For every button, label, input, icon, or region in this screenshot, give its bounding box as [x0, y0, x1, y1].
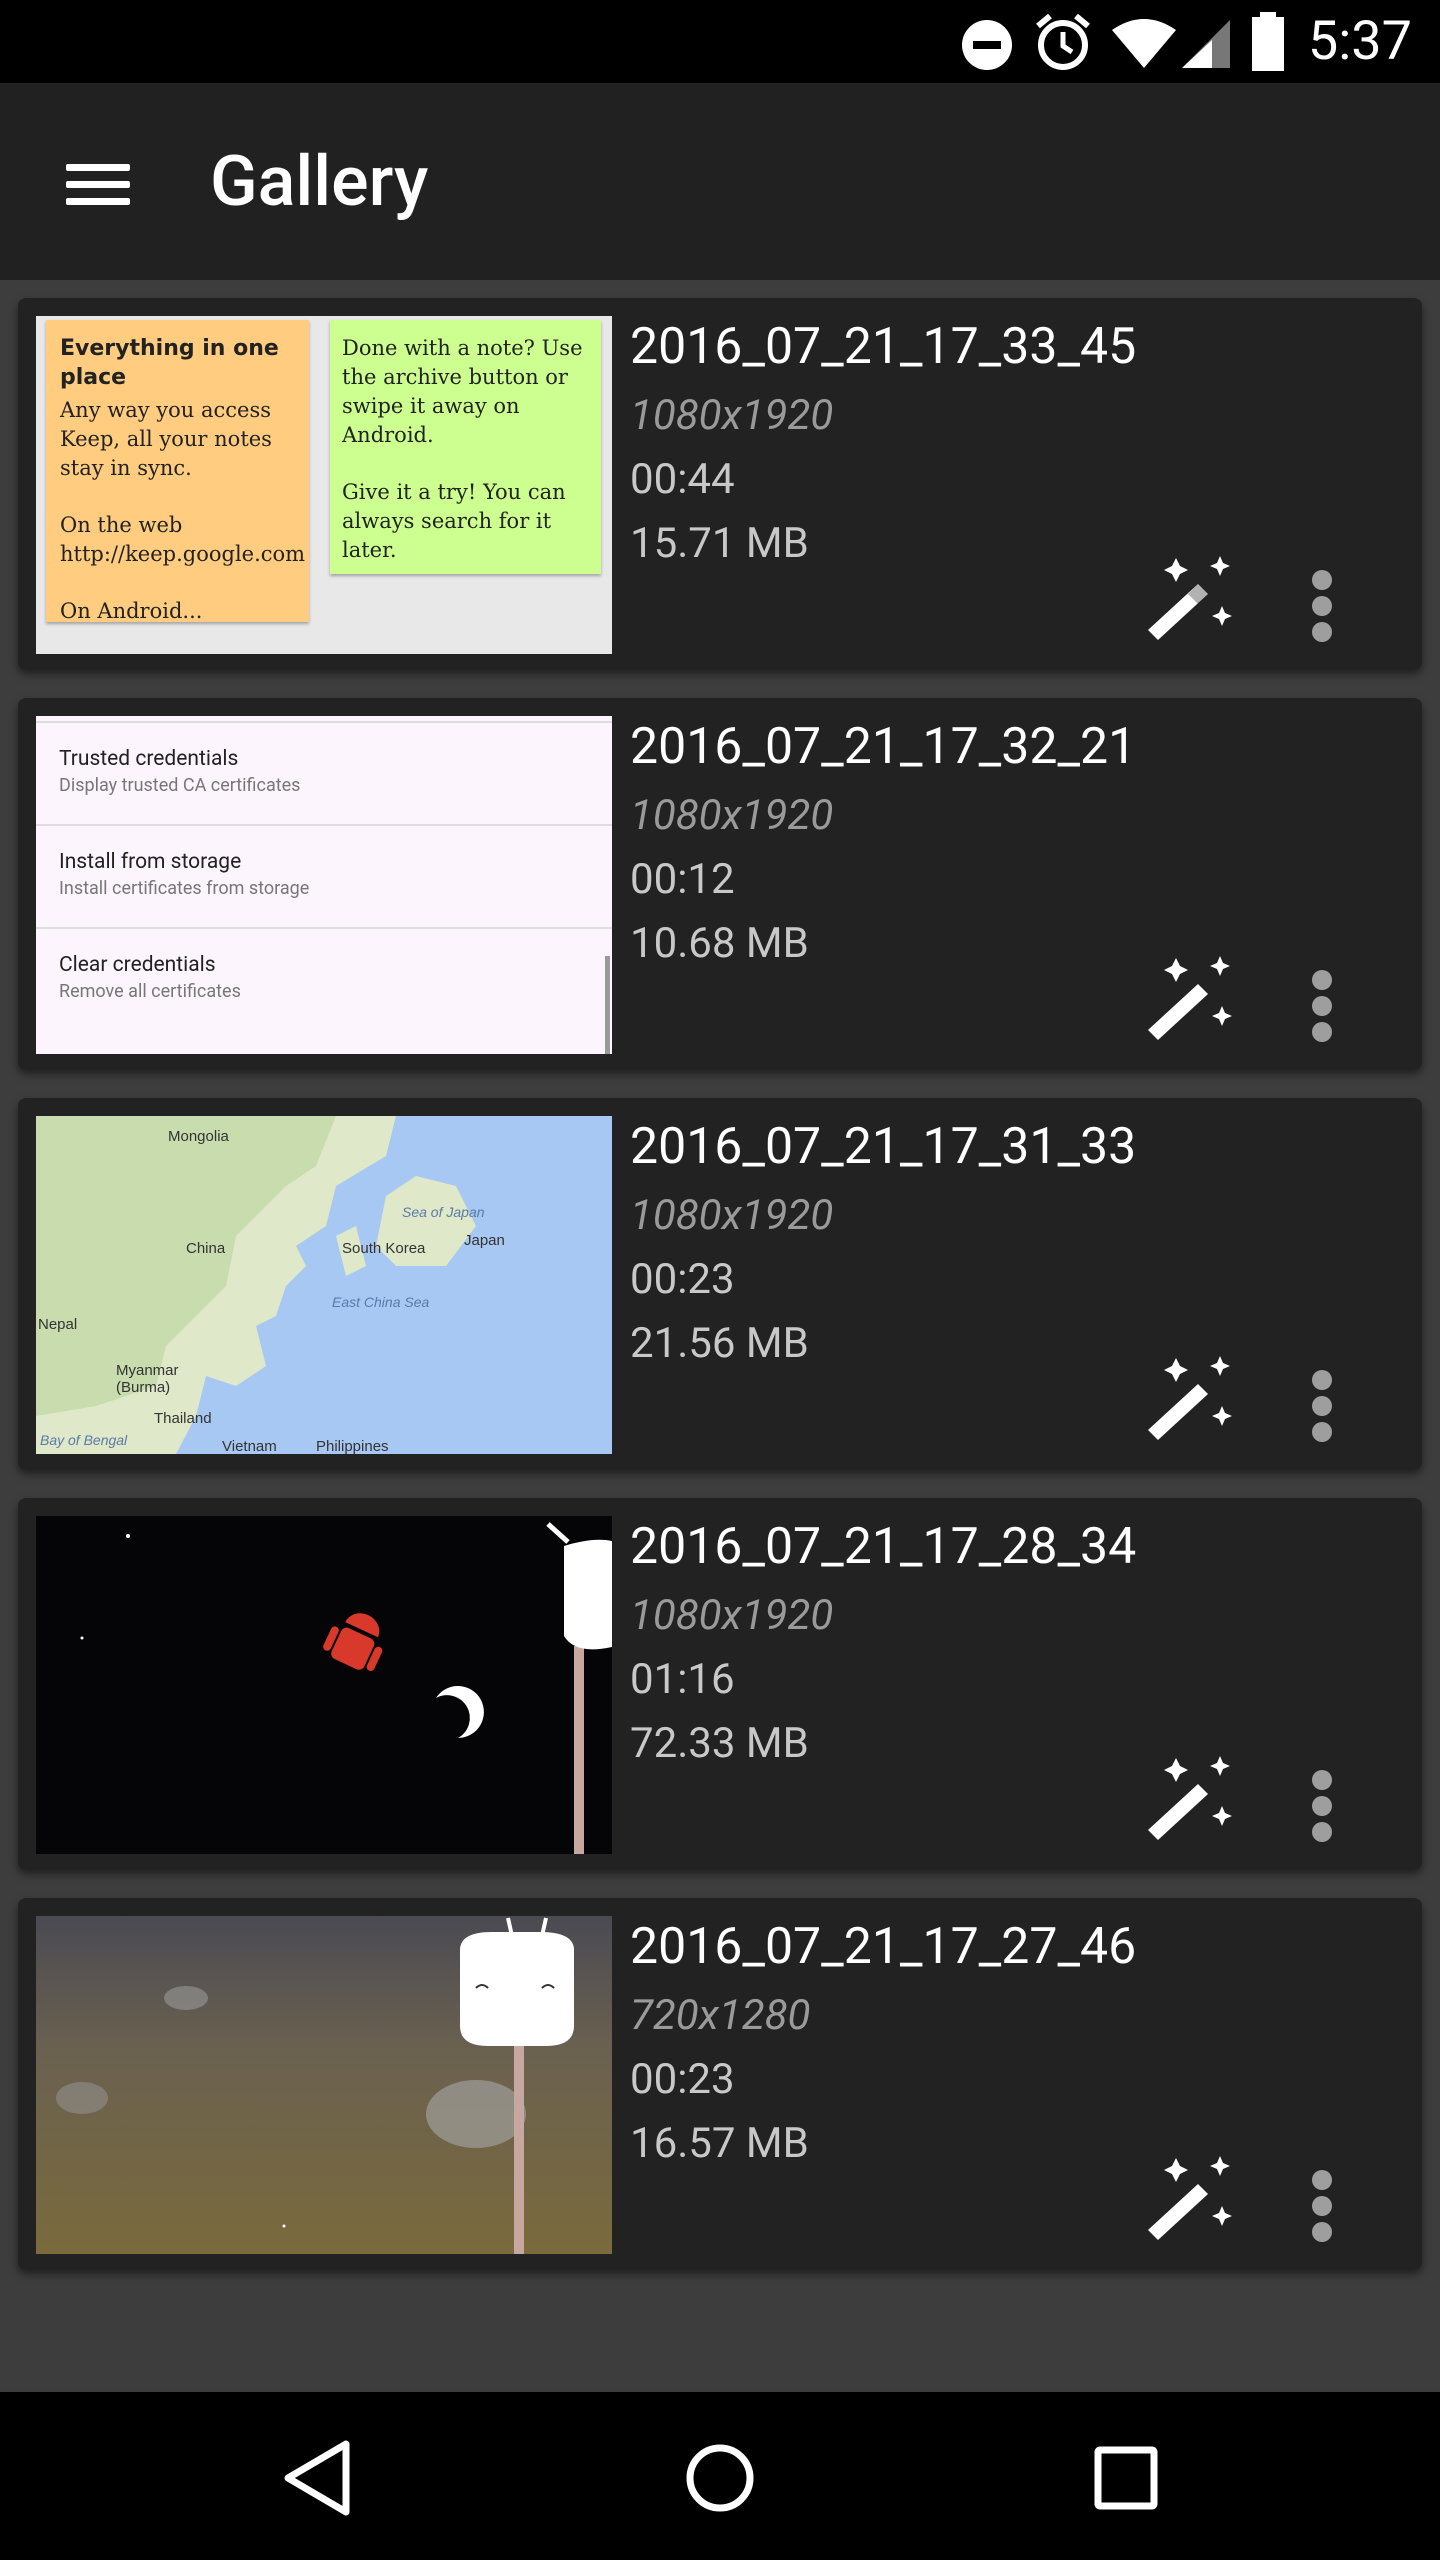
settings-row-subtitle: Remove all certificates — [59, 981, 241, 1002]
map-label: Myanmar (Burma) — [116, 1362, 179, 1396]
cell-signal-icon — [1182, 20, 1230, 68]
do-not-disturb-icon — [962, 20, 1012, 70]
video-info: 2016_07_21_17_33_45 1080x1920 00:44 15.7… — [630, 316, 1136, 576]
more-vert-icon[interactable] — [1288, 1750, 1358, 1846]
settings-row-title: Clear credentials — [59, 953, 216, 977]
video-name: 2016_07_21_17_32_21 — [630, 718, 1137, 776]
video-duration: 00:23 — [630, 2055, 735, 2104]
settings-preview: Trusted credentials Display trusted CA c… — [36, 716, 612, 1054]
note-text: Done with a note? Use the archive button… — [342, 336, 583, 447]
video-thumbnail[interactable] — [36, 1516, 612, 1854]
video-resolution: 720x1280 — [630, 1991, 811, 2040]
video-card[interactable]: Mongolia China South Korea Japan Sea of … — [18, 1098, 1422, 1470]
note-text: On Android... — [60, 599, 203, 623]
video-thumbnail[interactable]: Trusted credentials Display trusted CA c… — [36, 716, 612, 1054]
map-label: Thailand — [154, 1410, 212, 1427]
map-label: Japan — [464, 1232, 505, 1249]
map-preview: Mongolia China South Korea Japan Sea of … — [36, 1116, 612, 1454]
video-size: 16.57 MB — [630, 2119, 809, 2168]
clock: 5:37 — [1307, 10, 1412, 73]
scrollbar — [605, 956, 610, 1054]
video-thumbnail[interactable] — [36, 1916, 612, 2254]
video-duration: 00:44 — [630, 455, 735, 504]
settings-row-title: Trusted credentials — [59, 747, 239, 771]
note-text: Give it a try! You can always search for… — [342, 480, 566, 562]
map-label: South Korea — [342, 1240, 426, 1257]
video-duration: 00:23 — [630, 1255, 735, 1304]
magic-wand-icon[interactable] — [1136, 1750, 1246, 1846]
map-label: East China Sea — [332, 1294, 430, 1310]
video-info: 2016_07_21_17_28_34 1080x1920 01:16 72.3… — [630, 1516, 1136, 1776]
video-duration: 00:12 — [630, 855, 735, 904]
navigation-bar — [0, 2392, 1440, 2560]
video-thumbnail[interactable]: Mongolia China South Korea Japan Sea of … — [36, 1116, 612, 1454]
hamburger-icon[interactable] — [44, 138, 154, 228]
video-info: 2016_07_21_17_27_46 720x1280 00:23 16.57… — [630, 1916, 1136, 2176]
note-text: Any way you access Keep, all your notes … — [60, 398, 272, 480]
note-yellow: Everything in one place Any way you acce… — [46, 320, 309, 623]
magic-wand-icon[interactable] — [1136, 550, 1246, 646]
settings-row-subtitle: Display trusted CA certificates — [59, 775, 301, 796]
more-vert-icon[interactable] — [1288, 950, 1358, 1046]
home-circle-icon[interactable] — [672, 2430, 768, 2526]
map-land — [36, 1116, 476, 1454]
video-resolution: 1080x1920 — [630, 1591, 834, 1640]
settings-row: Clear credentials Remove all certificate… — [36, 927, 612, 1030]
magic-wand-icon[interactable] — [1136, 950, 1246, 1046]
night-scene-image — [80, 1522, 612, 1854]
note-title: Everything in one place — [60, 336, 279, 390]
video-card[interactable]: Everything in one place Any way you acce… — [18, 298, 1422, 670]
video-card[interactable]: Trusted credentials Display trusted CA c… — [18, 698, 1422, 1070]
battery-icon — [1252, 12, 1284, 71]
page-title: Gallery — [210, 141, 429, 223]
video-list: Everything in one place Any way you acce… — [0, 280, 1440, 2390]
video-card[interactable]: 2016_07_21_17_27_46 720x1280 00:23 16.57… — [18, 1898, 1422, 2270]
back-triangle-icon[interactable] — [270, 2430, 366, 2526]
video-name: 2016_07_21_17_33_45 — [630, 318, 1137, 376]
video-resolution: 1080x1920 — [630, 391, 834, 440]
map-label: Mongolia — [168, 1128, 229, 1145]
map-label: Bay of Bengal — [40, 1432, 128, 1448]
video-size: 10.68 MB — [630, 919, 809, 968]
more-vert-icon[interactable] — [1288, 550, 1358, 646]
note-green: Done with a note? Use the archive button… — [330, 320, 601, 574]
video-resolution: 1080x1920 — [630, 791, 834, 840]
settings-row-subtitle: Install certificates from storage — [59, 878, 310, 899]
map-label: Vietnam — [222, 1438, 277, 1454]
recents-square-icon[interactable] — [1078, 2430, 1174, 2526]
video-thumbnail[interactable]: Everything in one place Any way you acce… — [36, 316, 612, 654]
dusk-scene-image — [56, 1917, 574, 2254]
video-info: 2016_07_21_17_31_33 1080x1920 00:23 21.5… — [630, 1116, 1136, 1376]
magic-wand-icon[interactable] — [1136, 2150, 1246, 2246]
video-duration: 01:16 — [630, 1655, 735, 1704]
map-label: Sea of Japan — [402, 1204, 485, 1220]
keep-notes-preview: Everything in one place Any way you acce… — [36, 316, 612, 654]
video-name: 2016_07_21_17_27_46 — [630, 1918, 1137, 1976]
status-bar: 5:37 — [0, 0, 1440, 83]
settings-row: Trusted credentials Display trusted CA c… — [36, 721, 612, 824]
video-resolution: 1080x1920 — [630, 1191, 834, 1240]
wifi-icon — [1112, 19, 1176, 68]
video-size: 21.56 MB — [630, 1319, 809, 1368]
map-label: Philippines — [316, 1438, 389, 1454]
alarm-icon — [1036, 13, 1090, 70]
video-info: 2016_07_21_17_32_21 1080x1920 00:12 10.6… — [630, 716, 1136, 976]
settings-row: Install from storage Install certificate… — [36, 824, 612, 927]
video-name: 2016_07_21_17_28_34 — [630, 1518, 1137, 1576]
video-size: 15.71 MB — [630, 519, 809, 568]
magic-wand-icon[interactable] — [1136, 1350, 1246, 1446]
map-label: Nepal — [38, 1316, 78, 1333]
app-bar: Gallery — [0, 83, 1440, 280]
map-label: China — [186, 1240, 226, 1257]
more-vert-icon[interactable] — [1288, 1350, 1358, 1446]
more-vert-icon[interactable] — [1288, 2150, 1358, 2246]
video-name: 2016_07_21_17_31_33 — [630, 1118, 1137, 1176]
video-card[interactable]: 2016_07_21_17_28_34 1080x1920 01:16 72.3… — [18, 1498, 1422, 1870]
note-text: On the web http://keep.google.com — [60, 513, 306, 566]
video-size: 72.33 MB — [630, 1719, 809, 1768]
settings-row-title: Install from storage — [59, 850, 242, 874]
